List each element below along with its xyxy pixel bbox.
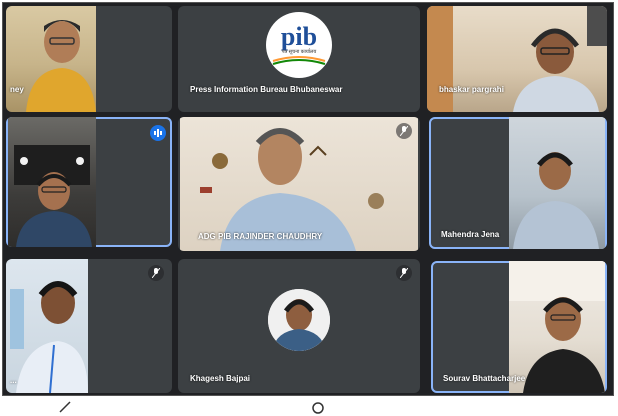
person-silhouette-icon [200,128,384,251]
mic-off-icon [396,123,412,139]
participant-tile[interactable]: Mahendra Jena [429,117,607,249]
participant-tile[interactable]: pib पत्र सूचना कार्यालय Press Informatio… [178,6,420,112]
participant-tile[interactable]: ... [6,259,172,393]
participant-tile[interactable]: Khagesh Bajpai [178,259,420,393]
participant-tile[interactable] [6,117,172,247]
participant-tile[interactable]: Sourav Bhattacharjee [431,261,607,393]
person-silhouette-icon [26,20,96,112]
bottom-bar [0,398,618,416]
participant-name: Mahendra Jena [441,230,500,239]
mic-off-icon [396,265,412,281]
bottom-edge-marks [59,401,324,414]
avatar [268,289,330,351]
person-silhouette-icon [427,6,607,112]
participant-name: ney [10,85,24,94]
participant-video [6,6,96,112]
participant-video [6,259,88,393]
participant-video [180,117,418,251]
participant-video [427,6,607,112]
tricolor-swoosh-icon [272,56,326,65]
participant-video [509,117,605,249]
participant-video [8,117,96,247]
person-silhouette-icon [10,281,88,393]
pib-logo: pib पत्र सूचना कार्यालय [266,12,332,78]
participant-tile[interactable]: ney [6,6,172,112]
video-grid: ney pib पत्र सूचना कार्यालय Press Inform… [2,2,614,396]
person-silhouette-icon [513,152,599,249]
participant-name: Press Information Bureau Bhubaneswar [190,85,343,94]
participant-name: Sourav Bhattacharjee [443,374,526,383]
person-silhouette-icon [14,145,92,247]
speaking-icon [150,125,166,141]
participant-name: bhaskar pargrahi [439,85,504,94]
participant-name: Khagesh Bajpai [190,374,251,383]
mic-off-icon [148,265,164,281]
participant-tile[interactable]: ADG PIB RAJINDER CHAUDHRY [178,117,420,251]
person-photo-icon [268,289,330,351]
participant-tile[interactable]: bhaskar pargrahi [427,6,607,112]
participant-name: ... [10,376,17,385]
participant-name: ADG PIB RAJINDER CHAUDHRY [198,232,323,241]
